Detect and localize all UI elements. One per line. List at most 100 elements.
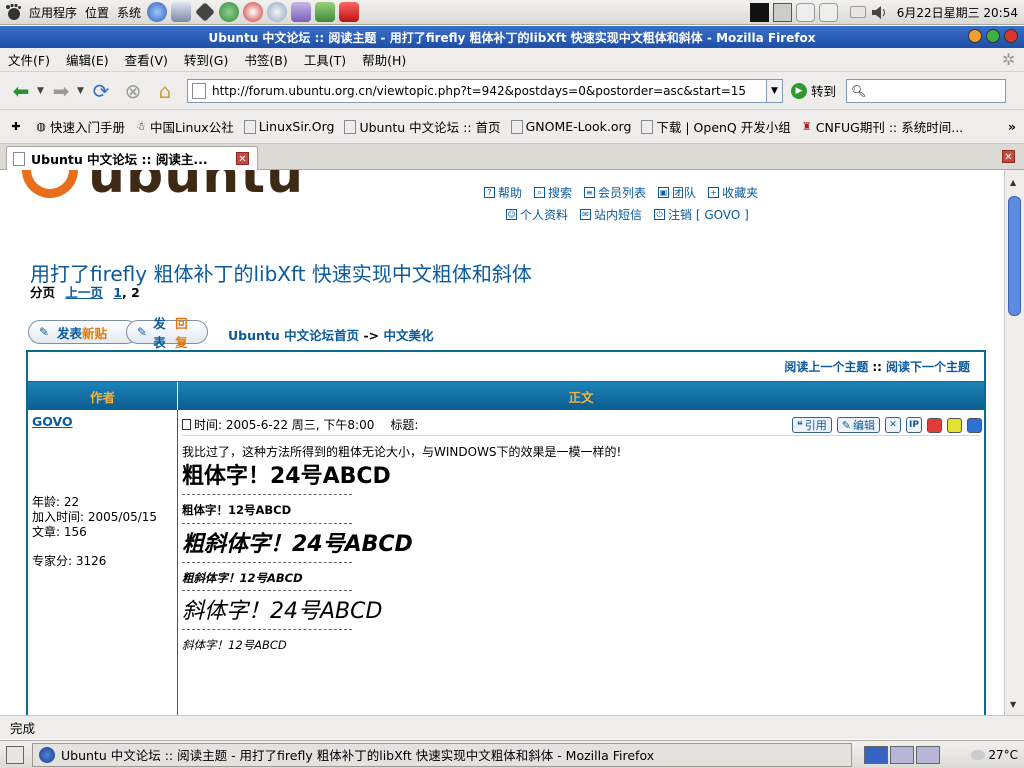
workspace-1[interactable]	[864, 745, 888, 764]
home-icon[interactable]: ⌂	[152, 78, 178, 104]
tab-ubuntu-forum[interactable]: Ubuntu 中文论坛 :: 阅读主... ✕	[6, 146, 258, 170]
favorites-icon: +	[708, 187, 720, 198]
search-engine-icon[interactable]: 🔍︎	[851, 84, 866, 98]
back-history-dropdown-icon[interactable]: ▼	[37, 86, 45, 96]
volume-icon[interactable]	[870, 3, 889, 22]
scrollbar-thumb[interactable]	[1008, 196, 1021, 316]
applications-menu[interactable]: 应用程序	[25, 4, 81, 21]
music-launcher-icon[interactable]	[291, 2, 312, 22]
firefox-launcher-icon[interactable]	[147, 2, 168, 22]
black-window-icon[interactable]	[749, 2, 769, 22]
gaim-launcher-icon[interactable]	[219, 2, 240, 22]
bookmark-quickstart[interactable]: ◍ 快速入门手册	[35, 117, 125, 136]
clock[interactable]: 6月22日星期三 20:54	[891, 4, 1024, 21]
pagination-prev-link[interactable]: 上一页	[65, 285, 103, 300]
blue-rating-icon[interactable]	[967, 417, 982, 433]
breadcrumb-forum-link[interactable]: 中文美化	[384, 328, 434, 343]
forward-arrow-icon[interactable]: ➡	[48, 78, 74, 104]
bookmark-cnfug[interactable]: ♜ CNFUG期刊 :: 系统时间...	[801, 117, 963, 136]
author-name-link[interactable]: GOVO	[32, 414, 173, 429]
bookmark-openq[interactable]: 下载 | OpenQ 开发小组	[641, 117, 791, 136]
view-ip-button[interactable]: IP	[906, 417, 922, 433]
bookmark-linuxsir[interactable]: LinuxSir.Org	[243, 119, 334, 134]
network-icon[interactable]	[772, 2, 792, 22]
gnome-foot-icon[interactable]	[4, 3, 22, 21]
minimize-button[interactable]	[968, 29, 982, 43]
breadcrumb-home-link[interactable]: Ubuntu 中文论坛首页	[228, 328, 359, 343]
menu-bookmarks[interactable]: 书签(B)	[236, 50, 295, 69]
bookmark-ubuntu-forum[interactable]: Ubuntu 中文论坛 :: 首页	[344, 117, 501, 136]
ubuntu-logo[interactable]: ubuntu	[22, 170, 304, 208]
sample-italic-24: 斜体字！24号ABCD	[182, 599, 383, 624]
weather-applet[interactable]: 27°C	[971, 748, 1018, 762]
new-topic-button[interactable]: ✎ 发表 新贴	[28, 320, 138, 344]
url-history-dropdown-icon[interactable]: ▼	[767, 78, 783, 103]
url-input[interactable]: http://forum.ubuntu.org.cn/viewtopic.php…	[187, 78, 767, 103]
next-topic-link[interactable]: 阅读下一个主题	[886, 358, 970, 375]
computer-launcher-icon[interactable]	[171, 2, 192, 22]
bookmarks-overflow-chevron-icon[interactable]: »	[1008, 119, 1016, 134]
bookmark-label: Ubuntu 中文论坛 :: 首页	[359, 120, 501, 135]
close-tab-button-icon[interactable]: ✕	[1002, 150, 1015, 163]
sample-divider	[182, 561, 352, 563]
menu-view[interactable]: 查看(V)	[117, 50, 176, 69]
search-icon: ⌕	[534, 187, 546, 198]
delete-post-button[interactable]: ✕	[885, 417, 901, 433]
nav-logout[interactable]: ⏻ 注销 [ GOVO ]	[654, 206, 749, 223]
dictionary-launcher-icon[interactable]	[315, 2, 336, 22]
post-table-header: 作者 正文	[28, 382, 984, 410]
bookmark-linux-community[interactable]: ☃ 中国Linux公社	[135, 117, 234, 136]
back-arrow-icon[interactable]: ⬅	[8, 78, 34, 104]
scroll-up-arrow-icon[interactable]: ▲	[1010, 178, 1016, 187]
stop-icon[interactable]: ⊗	[120, 78, 146, 104]
edit-button[interactable]: ✎ 编辑	[836, 417, 880, 433]
sample-bold-24: 粗体字！24号ABCD	[182, 464, 391, 489]
places-menu[interactable]: 位置	[81, 4, 113, 21]
nav-help[interactable]: ? 帮助	[484, 184, 522, 201]
tab-close-icon[interactable]: ✕	[236, 152, 249, 165]
quote-button[interactable]: ❝ 引用	[791, 417, 832, 433]
nav-search[interactable]: ⌕ 搜索	[534, 184, 572, 201]
bookmark-gnome-look[interactable]: GNOME-Look.org	[510, 119, 631, 134]
reply-button[interactable]: ✎ 发表 回复	[126, 316, 208, 350]
menu-edit[interactable]: 编辑(E)	[58, 50, 117, 69]
opera-launcher-icon[interactable]	[339, 2, 360, 22]
qq-launcher-icon[interactable]	[243, 2, 264, 22]
bookmarks-manager-icon[interactable]: ✚	[10, 120, 25, 134]
pagination-page-1-link[interactable]: 1	[113, 285, 122, 300]
nav-memberlist[interactable]: ≡ 会员列表	[584, 184, 646, 201]
red-rating-icon[interactable]	[927, 417, 942, 433]
show-desktop-icon[interactable]	[6, 745, 24, 764]
nav-favorites[interactable]: + 收藏夹	[708, 184, 758, 201]
maximize-button[interactable]	[986, 29, 1000, 43]
search-input[interactable]: 🔍︎	[846, 78, 1007, 103]
terminal-launcher-icon[interactable]	[195, 2, 215, 22]
vertical-scrollbar[interactable]: ▲ ▼	[1004, 170, 1024, 715]
nav-private-messages[interactable]: ✉ 站内短信	[580, 206, 642, 223]
prev-topic-link[interactable]: 阅读上一个主题	[784, 358, 868, 375]
menu-file[interactable]: 文件(F)	[0, 50, 58, 69]
menu-tools[interactable]: 工具(T)	[296, 50, 354, 69]
sample-bold-italic-12: 粗斜体字！12号ABCD	[182, 570, 303, 585]
go-button[interactable]: ▶ 转到	[791, 81, 836, 100]
window-titlebar[interactable]: Ubuntu 中文论坛 :: 阅读主题 - 用打了firefly 粗体补丁的li…	[0, 26, 1024, 48]
help-icon: ?	[484, 187, 495, 198]
nav-groups[interactable]: ▣ 团队	[658, 184, 696, 201]
workspace-3[interactable]	[916, 745, 940, 764]
page-icon	[13, 151, 25, 166]
menu-help[interactable]: 帮助(H)	[354, 50, 414, 69]
yellow-rating-icon[interactable]	[947, 417, 962, 433]
close-button[interactable]	[1004, 29, 1018, 43]
menu-go[interactable]: 转到(G)	[176, 50, 236, 69]
nav-profile[interactable]: ☺ 个人资料	[506, 206, 568, 223]
printer-icon[interactable]	[849, 6, 866, 18]
taskbar-window-button[interactable]: Ubuntu 中文论坛 :: 阅读主题 - 用打了firefly 粗体补丁的li…	[32, 742, 852, 767]
forward-history-dropdown-icon[interactable]: ▼	[77, 86, 85, 96]
scroll-down-arrow-icon[interactable]: ▼	[1010, 700, 1016, 709]
tray-app-icon[interactable]	[795, 2, 815, 22]
system-menu[interactable]: 系统	[113, 4, 145, 21]
search-launcher-icon[interactable]	[267, 2, 288, 22]
workspace-2[interactable]	[890, 745, 914, 764]
tray-app-icon-2[interactable]	[818, 2, 838, 22]
reload-icon[interactable]: ⟳	[88, 78, 114, 104]
